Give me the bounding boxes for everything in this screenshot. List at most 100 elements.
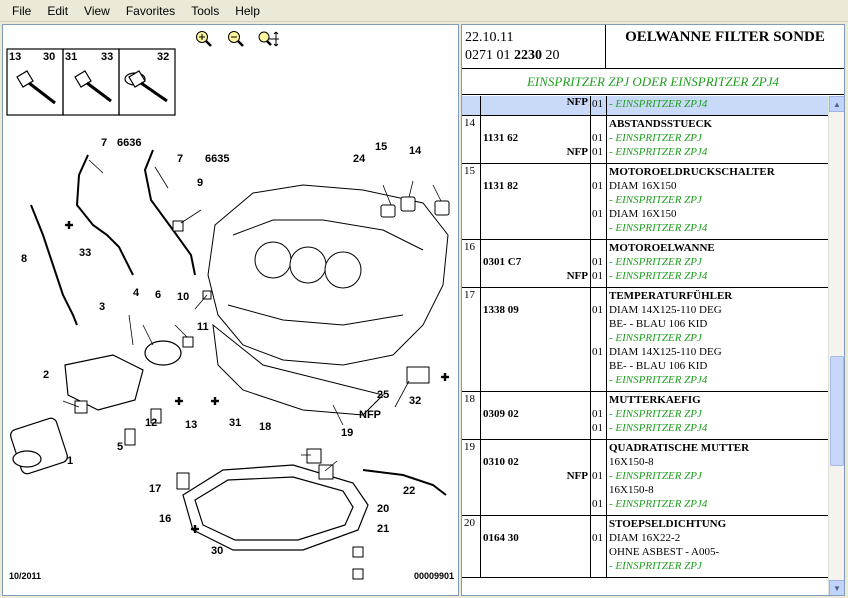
engine-variant: - EINSPRITZER ZPJ	[609, 332, 702, 344]
callout-6636: 6636	[117, 137, 142, 149]
part-name: MOTOROELDRUCKSCHALTER	[609, 166, 775, 178]
scroll-down-button[interactable]: ▼	[829, 580, 844, 595]
menu-tools[interactable]: Tools	[183, 2, 227, 20]
zoom-out-icon	[228, 31, 244, 47]
part-reference: 0310 02	[483, 456, 519, 468]
callout-22: 22	[403, 485, 416, 497]
zoom-out-button[interactable]	[225, 29, 247, 49]
quantity-cell: 01 01	[591, 240, 607, 287]
quantity: 01	[592, 180, 603, 192]
row-number: 14	[462, 116, 481, 163]
part-reference: 0301 C7	[483, 256, 522, 268]
part-reference: 0164 30	[483, 532, 519, 544]
quantity-cell: 01 01	[591, 116, 607, 163]
row-number: 20	[462, 516, 481, 577]
callout-7a: 7	[101, 137, 108, 149]
exploded-parts-diagram	[6, 48, 450, 580]
callout-8: 8	[21, 253, 28, 265]
vertical-scrollbar[interactable]: ▲ ▼	[828, 96, 844, 595]
arrow-up-icon: ▲	[833, 99, 841, 109]
callout-15: 15	[375, 141, 388, 153]
callout-21: 21	[377, 523, 390, 535]
callout-14: 14	[409, 145, 422, 157]
menu-view[interactable]: View	[76, 2, 118, 20]
menu-help[interactable]: Help	[227, 2, 268, 20]
page-title: OELWANNE FILTER SONDE	[625, 29, 825, 45]
quantity-cell: 01 01	[591, 164, 607, 239]
row-number: 16	[462, 240, 481, 287]
zoom-pan-button[interactable]	[257, 29, 279, 49]
description-cell: TEMPERATURFÜHLER DIAM 14X125-110 DEG BE- -…	[607, 288, 828, 391]
menu-favorites[interactable]: Favorites	[118, 2, 183, 20]
part-name: STOEPSELDICHTUNG	[609, 518, 727, 530]
quantity: 01	[592, 346, 603, 358]
part-name: QUADRATISCHE MUTTER	[609, 442, 750, 454]
row-number: 19	[462, 440, 481, 515]
menu-edit[interactable]: Edit	[39, 2, 76, 20]
quantity-cell: 01	[591, 96, 607, 115]
part-name: TEMPERATURFÜHLER	[609, 290, 733, 302]
part-spec: BE- - BLAU 106 KID	[609, 318, 708, 330]
quantity: 01	[592, 498, 603, 510]
engine-variant: - EINSPRITZER ZPJ4	[609, 498, 708, 510]
callout-5: 5	[117, 441, 124, 453]
menu-bar: File Edit View Favorites Tools Help	[0, 0, 848, 22]
table-row[interactable]: 17 1338 09 01 01 TEMPERATURFÜHLER DIAM 14X125…	[462, 288, 828, 392]
quantity: 01	[592, 208, 603, 220]
callout-3: 3	[99, 301, 106, 313]
nfp-marker: NFP	[566, 270, 588, 282]
table-row[interactable]: 16 0301 C7 NFP 01 01 MOTOROELWANNE - EINSPRITZ…	[462, 240, 828, 288]
zoom-in-button[interactable]	[193, 29, 215, 49]
description-cell: MOTOROELWANNE - EINSPRITZER ZPJ - EINSPRIT…	[607, 240, 828, 287]
part-spec: DIAM 16X150	[609, 180, 677, 192]
nfp-marker: NFP	[566, 470, 588, 482]
zoom-in-icon	[196, 31, 212, 47]
table-row[interactable]: 14 1131 62 NFP 01 01 ABSTANDSSTUECK - EINSPRIT…	[462, 116, 828, 164]
callout-9: 9	[197, 177, 204, 189]
part-spec: OHNE ASBEST - A005-	[609, 546, 720, 558]
callout-20: 20	[377, 503, 390, 515]
row-reference-cell: NFP	[481, 96, 591, 115]
row-number: 18	[462, 392, 481, 439]
engine-variant: - EINSPRITZER ZPJ4	[609, 374, 708, 386]
table-row[interactable]: NFP 01 - EINSPRITZER ZPJ4	[462, 96, 828, 116]
quantity-cell: 01 01	[591, 392, 607, 439]
quantity: 01	[592, 470, 603, 482]
scroll-up-button[interactable]: ▲	[829, 96, 844, 112]
engine-variant: - EINSPRITZER ZPJ4	[609, 146, 708, 158]
callout-24: 24	[353, 153, 366, 165]
callout-nfp: NFP	[359, 409, 381, 421]
part-reference: 1338 09	[483, 304, 519, 316]
description-cell: STOEPSELDICHTUNG DIAM 16X22-2 OHNE ASBEST …	[607, 516, 828, 577]
menu-file[interactable]: File	[4, 2, 39, 20]
callout-30b: 30	[211, 545, 224, 557]
description-cell: - EINSPRITZER ZPJ4	[607, 96, 828, 115]
zoom-pan-icon	[258, 31, 279, 47]
row-reference-cell: 1131 82	[481, 164, 591, 239]
diagram-date: 10/2011	[9, 571, 42, 581]
part-spec: DIAM 16X22-2	[609, 532, 681, 544]
part-name: MOTOROELWANNE	[609, 242, 715, 254]
nfp-marker: NFP	[566, 96, 588, 108]
callout-32b: 32	[409, 395, 422, 407]
callout-12: 12	[145, 417, 158, 429]
engine-variant: - EINSPRITZER ZPJ	[609, 408, 702, 420]
scroll-thumb[interactable]	[830, 356, 844, 466]
table-row[interactable]: 19 0310 02 NFP 01 01 QUADRATISCHE MUTTER 16X15…	[462, 440, 828, 516]
table-row[interactable]: 15 1131 82 01 01 MOTOROELDRUCKSCHALTER DIAM 1…	[462, 164, 828, 240]
quantity: 01	[592, 146, 603, 158]
part-name: MUTTERKAEFIG	[609, 394, 701, 406]
engine-subtitle: EINSPRITZER ZPJ ODER EINSPRITZER ZPJ4	[462, 69, 844, 95]
engine-variant: - EINSPRITZER ZPJ4	[609, 270, 708, 282]
callout-7b: 7	[177, 153, 184, 165]
oil-pan	[182, 464, 369, 551]
quantity: 01	[592, 422, 603, 434]
table-row[interactable]: 20 0164 30 01 STOEPSELDICHTUNG DIAM 16X22-2 O…	[462, 516, 828, 578]
table-row[interactable]: 18 0309 02 01 01 MUTTERKAEFIG - EINSPRITZER Z…	[462, 392, 828, 440]
description-cell: MOTOROELDRUCKSCHALTER DIAM 16X150 - EINSPR…	[607, 164, 828, 239]
part-spec: DIAM 16X150	[609, 208, 677, 220]
callout-2: 2	[43, 369, 50, 381]
zoom-toolbar	[193, 29, 279, 49]
engine-variant: - EINSPRITZER ZPJ	[609, 256, 702, 268]
part-reference: 1131 62	[483, 132, 519, 144]
